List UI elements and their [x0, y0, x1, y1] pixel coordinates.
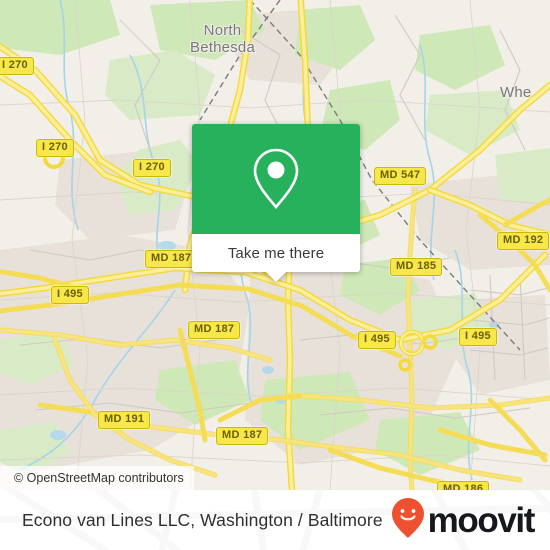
location-popup-card[interactable]: Take me there	[192, 124, 360, 282]
popup-header	[192, 124, 360, 234]
road-shield-md-187-mid: MD 187	[188, 321, 241, 339]
moovit-logo[interactable]: moovit	[391, 497, 536, 544]
popup-tail	[265, 271, 287, 282]
place-title: Econo van Lines LLC, Washington / Baltim…	[22, 509, 383, 530]
road-shield-i-270-left: I 270	[36, 139, 74, 157]
road-shield-md-187-upper: MD 187	[145, 250, 198, 268]
road-shield-i-270-center: I 270	[133, 159, 171, 177]
road-shield-md-187-lower: MD 187	[216, 427, 269, 445]
location-pin-icon	[250, 146, 302, 212]
road-shield-i-495-left: I 495	[51, 286, 89, 304]
moovit-pin-icon	[391, 497, 425, 544]
moovit-map-page: .park { fill:#cfe8b7; } .park2 { fill:#d…	[0, 0, 550, 550]
take-me-there-label: Take me there	[227, 244, 325, 262]
road-shield-i-270-west-edge: I 270	[0, 57, 34, 75]
road-shield-md-191: MD 191	[98, 411, 151, 429]
road-shield-i-495-center: I 495	[358, 331, 396, 349]
road-shield-md-186: MD 186	[437, 481, 490, 490]
road-shield-md-185: MD 185	[390, 258, 443, 276]
road-shield-i-495-right: I 495	[459, 328, 497, 346]
osm-attribution-text: © OpenStreetMap contributors	[14, 471, 184, 485]
road-shield-md-192: MD 192	[497, 232, 550, 250]
road-shield-md-547: MD 547	[374, 167, 427, 185]
popup-action-row[interactable]: Take me there	[192, 234, 360, 272]
osm-attribution[interactable]: © OpenStreetMap contributors	[0, 466, 194, 490]
footer-bar: Econo van Lines LLC, Washington / Baltim…	[0, 490, 550, 550]
moovit-wordmark: moovit	[427, 500, 536, 540]
map-viewport[interactable]: .park { fill:#cfe8b7; } .park2 { fill:#d…	[0, 0, 550, 490]
